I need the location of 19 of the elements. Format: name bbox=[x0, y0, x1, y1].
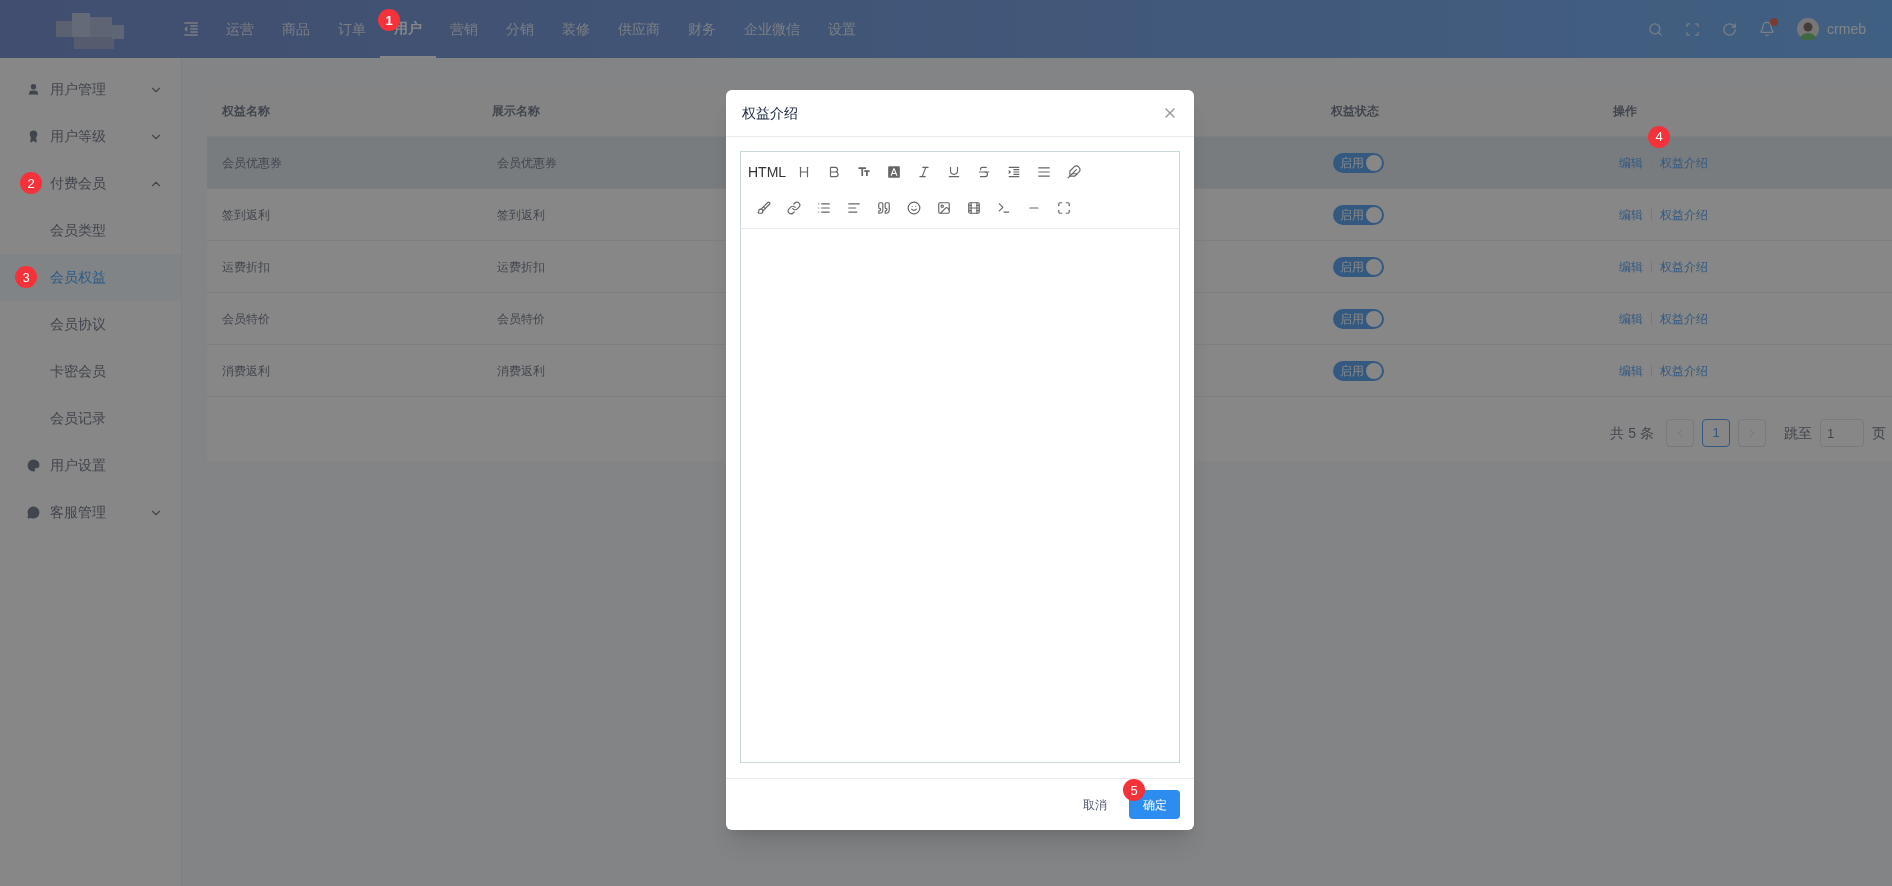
table-cell-text: 签到返利 bbox=[221, 206, 271, 224]
column-header: 操作 bbox=[1612, 103, 1638, 120]
annotation-badge: 2 bbox=[20, 172, 42, 194]
total-count: 共 5 条 bbox=[1610, 423, 1654, 443]
page-unit: 页 bbox=[1872, 423, 1886, 443]
table-cell-text: 会员特价 bbox=[496, 310, 546, 328]
column-header: 展示名称 bbox=[491, 103, 541, 120]
column-header: 权益名称 bbox=[221, 103, 271, 120]
table-cell-text: 签到返利 bbox=[496, 206, 546, 224]
table-cell-text: 运费折扣 bbox=[496, 258, 546, 276]
jump-label: 跳至 bbox=[1784, 423, 1812, 443]
annotation-badge: 5 bbox=[1123, 779, 1145, 801]
annotation-badge: 3 bbox=[15, 266, 37, 288]
table-cell-text: 会员特价 bbox=[221, 310, 271, 328]
dialog-title: 权益介绍 bbox=[742, 103, 799, 123]
table-cell-text: 运费折扣 bbox=[221, 258, 271, 276]
table-cell-text: 消费返利 bbox=[221, 362, 271, 380]
table-cell-text: 消费返利 bbox=[496, 362, 546, 380]
column-header: 权益状态 bbox=[1330, 103, 1380, 120]
